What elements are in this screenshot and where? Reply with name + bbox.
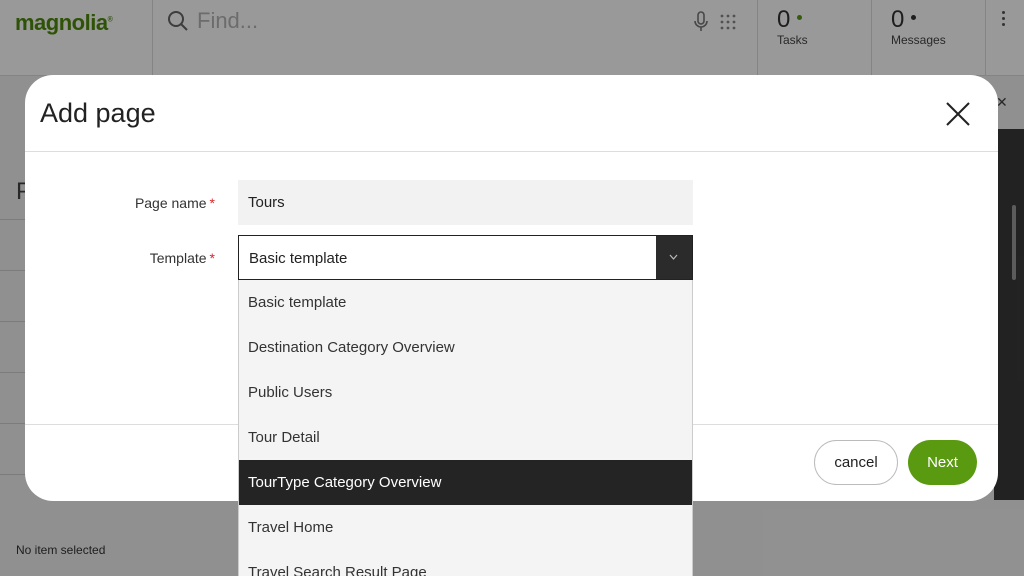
close-icon[interactable] — [943, 99, 973, 129]
dropdown-option[interactable]: Tour Detail — [239, 415, 692, 460]
template-label: Template * — [149, 250, 215, 266]
chevron-down-icon — [669, 254, 678, 260]
dropdown-option-highlighted[interactable]: TourType Category Overview — [239, 460, 692, 505]
dropdown-toggle[interactable] — [656, 236, 692, 279]
dialog-title: Add page — [40, 98, 156, 128]
dropdown-option[interactable]: Destination Category Overview — [239, 325, 692, 370]
cancel-button[interactable]: cancel — [814, 440, 898, 485]
required-mark: * — [209, 250, 215, 266]
template-dropdown-list[interactable]: Basic template Destination Category Over… — [238, 280, 693, 576]
template-select-value: Basic template — [249, 250, 348, 267]
template-select[interactable]: Basic template — [238, 235, 693, 280]
dropdown-option[interactable]: Public Users — [239, 370, 692, 415]
dialog-header: Add page — [25, 75, 998, 152]
page-name-label: Page name * — [134, 195, 215, 211]
next-button[interactable]: Next — [908, 440, 977, 485]
dropdown-option[interactable]: Travel Home — [239, 505, 692, 550]
dropdown-option[interactable]: Basic template — [239, 280, 692, 325]
dropdown-option[interactable]: Travel Search Result Page — [239, 550, 692, 576]
page-name-field[interactable] — [238, 180, 693, 225]
required-mark: * — [209, 195, 215, 211]
